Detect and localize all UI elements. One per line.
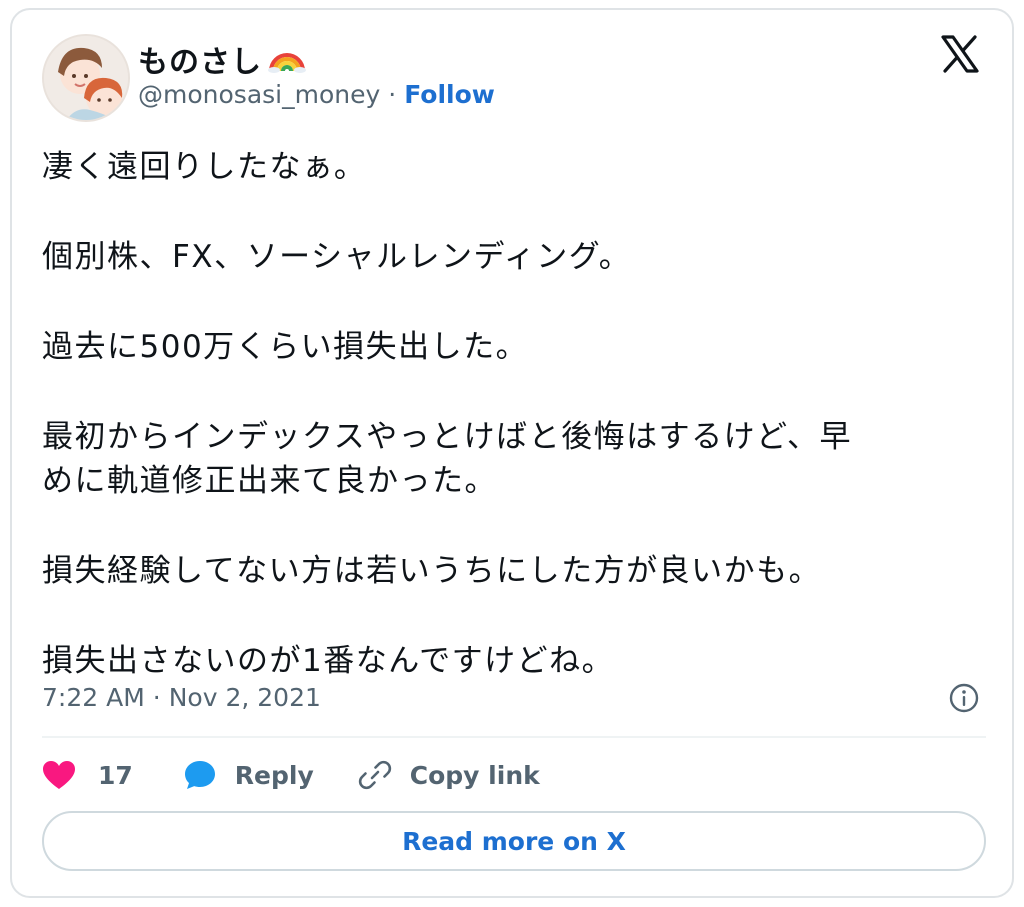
tweet-time: 7:22 AM [42, 683, 145, 712]
tweet-body: 凄く遠回りしたなぁ。 個別株、FX、ソーシャルレンディング。 過去に500万くら… [42, 145, 982, 683]
author-name-row[interactable]: ものさし [138, 37, 306, 81]
tweet-line: 凄く遠回りしたなぁ。 [42, 149, 367, 185]
tweet-line: 個別株、FX、ソーシャルレンディング。 [42, 239, 632, 275]
x-logo-icon[interactable] [940, 34, 980, 74]
author-handle-row: @monosasi_money · Follow [138, 80, 495, 109]
like-count: 17 [98, 760, 133, 790]
tweet-line: 損失出さないのが1番なんですけどね。 [42, 643, 615, 679]
heart-icon [43, 761, 75, 789]
tweet-line: めに軌道修正出来て良かった。 [42, 463, 497, 499]
copy-link-button[interactable]: Copy link [358, 758, 540, 792]
tweet-card: ものさし @monosasi_money · Follow 凄く遠回りしたなぁ。… [10, 8, 1014, 898]
tweet-line: 最初からインデックスやっとけばと後悔はするけど、早 [42, 419, 853, 455]
tweet-line: 損失経験してない方は若いうちにした方が良いかも。 [42, 553, 822, 589]
tweet-line: 過去に500万くらい損失出した。 [42, 329, 529, 365]
divider [42, 736, 986, 738]
follow-button[interactable]: Follow [404, 80, 495, 109]
handle-separator: · [388, 80, 397, 109]
rainbow-icon [268, 45, 306, 73]
reply-label: Reply [234, 760, 314, 790]
action-bar: 17 Reply Copy link [42, 753, 540, 797]
author-handle[interactable]: @monosasi_money [138, 80, 380, 109]
speech-bubble-icon [184, 761, 215, 789]
tweet-date: Nov 2, 2021 [168, 683, 321, 712]
read-more-button[interactable]: Read more on X [42, 811, 986, 871]
avatar[interactable] [42, 34, 130, 122]
author-display-name[interactable]: ものさし [138, 37, 262, 81]
like-button[interactable]: 17 [42, 760, 133, 790]
reply-button[interactable]: Reply [183, 759, 314, 791]
info-icon[interactable] [948, 682, 980, 714]
link-icon [358, 760, 391, 790]
timestamp-separator: · [152, 683, 161, 712]
copy-link-label: Copy link [409, 760, 540, 790]
avatar-illustration [44, 36, 128, 120]
tweet-timestamp[interactable]: 7:22 AM · Nov 2, 2021 [42, 683, 321, 712]
